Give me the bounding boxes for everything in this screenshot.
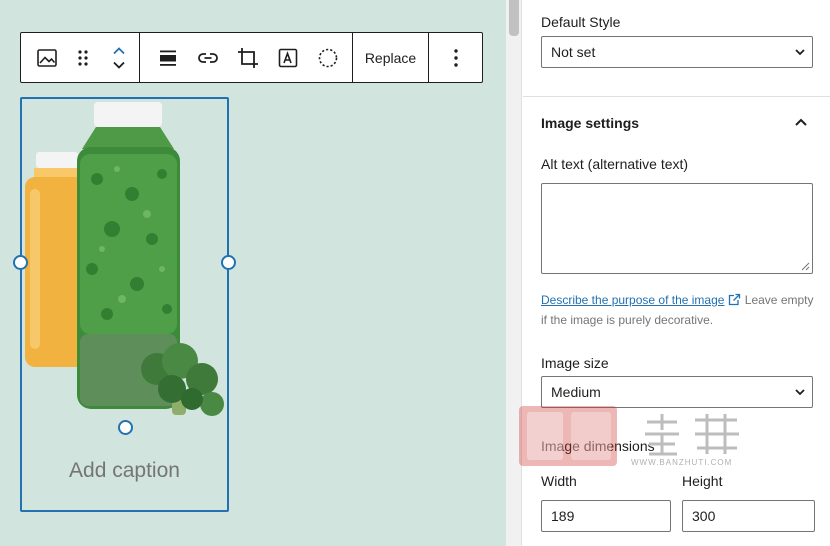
default-style-value: Not set	[551, 44, 596, 60]
image-size-value: Medium	[551, 384, 601, 400]
align-icon[interactable]	[148, 33, 188, 82]
height-value: 300	[692, 508, 716, 524]
alt-text-field[interactable]	[541, 183, 813, 274]
height-input[interactable]: 300	[682, 500, 815, 532]
caption-input[interactable]: Add caption	[22, 459, 227, 483]
default-style-select[interactable]: Not set	[541, 36, 813, 68]
toolbar-group-tools	[140, 33, 353, 82]
alt-text-help: Describe the purpose of the image Leave …	[541, 290, 816, 330]
resize-handle-left[interactable]	[13, 255, 28, 270]
settings-sidebar: Default Style Not set Image settings Alt…	[523, 0, 830, 546]
crop-icon[interactable]	[228, 33, 268, 82]
image-dimensions-label: Image dimensions	[541, 438, 655, 454]
juice-bottles-image	[22, 99, 227, 429]
canvas-scrollbar[interactable]	[506, 0, 522, 546]
select-motion-icon[interactable]	[308, 33, 348, 82]
drag-handle-icon[interactable]	[65, 33, 101, 82]
image-size-select[interactable]: Medium	[541, 376, 813, 408]
block-toolbar: Replace	[20, 32, 483, 83]
width-input[interactable]: 189	[541, 500, 671, 532]
link-icon[interactable]	[188, 33, 228, 82]
editor-canvas: Replace Add caption	[0, 0, 506, 546]
describe-purpose-link[interactable]: Describe the purpose of the image	[541, 293, 724, 307]
chevron-up-icon[interactable]	[791, 112, 811, 132]
width-label: Width	[541, 473, 577, 489]
move-up-icon[interactable]	[112, 46, 126, 55]
image-size-label: Image size	[541, 355, 609, 371]
replace-button[interactable]: Replace	[353, 33, 429, 82]
chevron-down-icon	[795, 389, 805, 396]
resize-grip-icon[interactable]	[801, 262, 810, 271]
image-settings-title[interactable]: Image settings	[541, 115, 639, 131]
image-block[interactable]: Add caption	[13, 97, 236, 512]
external-link-icon	[729, 293, 741, 306]
scrollbar-thumb[interactable]	[509, 0, 519, 36]
resize-handle-bottom[interactable]	[118, 420, 133, 435]
text-overlay-icon[interactable]	[268, 33, 308, 82]
alt-text-label: Alt text (alternative text)	[541, 156, 689, 172]
width-value: 189	[551, 508, 575, 524]
image-block-icon[interactable]	[29, 33, 65, 82]
chevron-down-icon	[795, 49, 805, 56]
replace-label: Replace	[364, 49, 417, 66]
move-down-icon[interactable]	[112, 61, 126, 70]
toolbar-group-block	[21, 33, 140, 82]
more-options-icon[interactable]	[429, 33, 482, 82]
height-label: Height	[682, 473, 723, 489]
panel-divider	[523, 96, 830, 97]
move-buttons	[101, 33, 137, 82]
resize-handle-right[interactable]	[221, 255, 236, 270]
default-style-label: Default Style	[541, 14, 621, 30]
